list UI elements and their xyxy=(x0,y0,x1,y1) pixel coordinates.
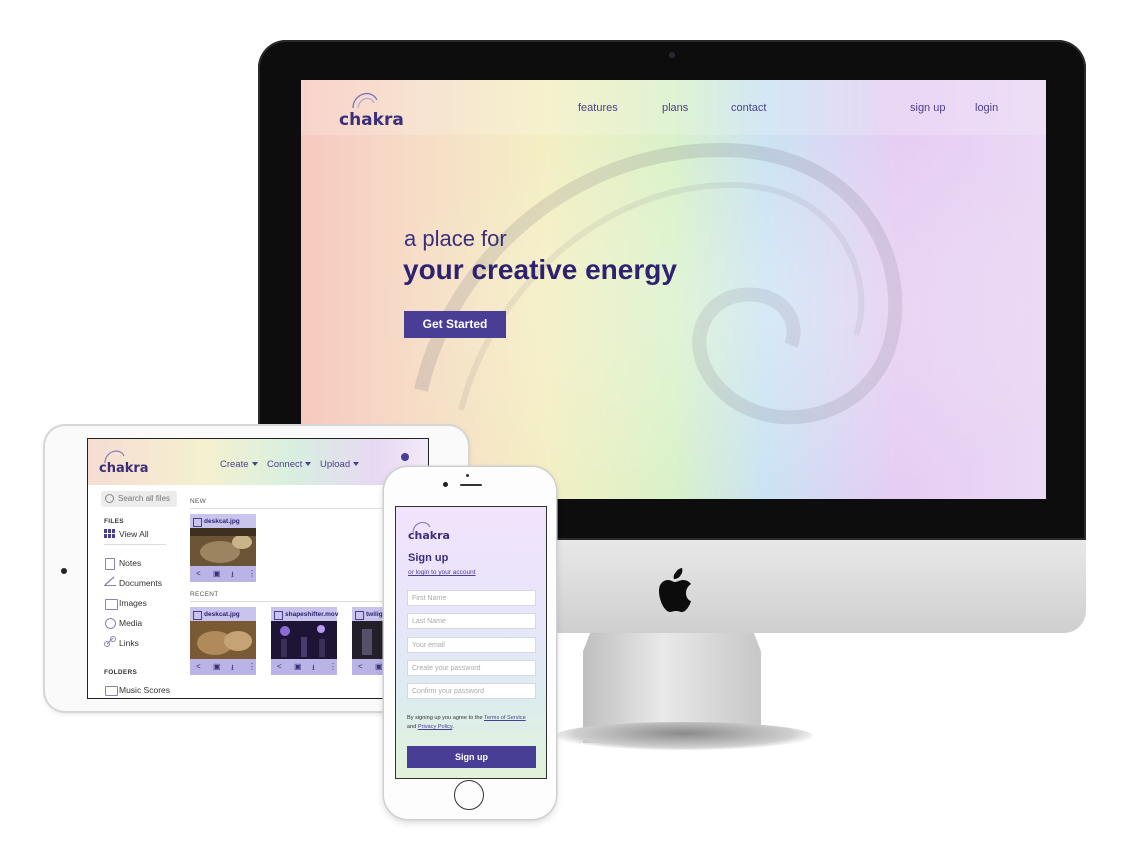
download-icon[interactable]: ⭳ xyxy=(231,662,234,676)
notes-icon xyxy=(105,558,115,570)
upload-menu-label: Upload xyxy=(320,459,351,470)
recent-section-label: RECENT xyxy=(190,591,219,598)
phone-sensor-icon xyxy=(466,474,469,477)
share-icon[interactable]: < xyxy=(196,569,201,578)
folder-icon xyxy=(105,686,118,696)
signup-title: Sign up xyxy=(408,552,449,564)
image-file-icon xyxy=(193,611,202,620)
comment-icon[interactable]: ▣ xyxy=(294,662,302,671)
chevron-down-icon xyxy=(305,462,312,467)
file-name: shapeshifter.mov xyxy=(285,611,339,618)
nav-contact[interactable]: contact xyxy=(731,102,766,114)
file-card[interactable]: deskcat.jpg < ▣ ⭳ ⋮ xyxy=(190,514,256,582)
more-options-icon[interactable]: ⋮ xyxy=(329,662,337,671)
sidebar-item-media[interactable]: Media xyxy=(119,618,142,628)
chakra-logo-arc-icon xyxy=(352,92,378,109)
login-link[interactable]: or login to your account xyxy=(408,569,476,576)
concert-video-thumbnail xyxy=(271,621,337,659)
search-icon xyxy=(105,494,114,503)
more-options-icon[interactable]: ⋮ xyxy=(248,569,256,578)
chakra-logo[interactable]: chakra xyxy=(339,110,404,130)
image-file-icon xyxy=(355,611,364,620)
nav-features[interactable]: features xyxy=(578,102,618,114)
cat-photo-thumbnail xyxy=(190,621,256,659)
chevron-down-icon xyxy=(353,462,360,467)
terms-prefix: By signing up you agree to the xyxy=(407,715,483,721)
files-heading: FILES xyxy=(104,518,124,525)
share-icon[interactable]: < xyxy=(277,662,282,671)
file-actions: < ▣ ⭳ ⋮ xyxy=(190,659,256,675)
play-icon xyxy=(105,618,116,629)
chevron-down-icon xyxy=(251,462,258,467)
file-name: deskcat.jpg xyxy=(204,611,240,618)
comment-icon[interactable]: ▣ xyxy=(213,662,221,671)
connect-menu-label: Connect xyxy=(267,459,303,470)
password-field[interactable]: Create your password xyxy=(407,660,536,676)
cat-photo-thumbnail xyxy=(190,528,256,566)
phone-screen: chakra Sign up or login to your account … xyxy=(395,506,547,779)
connect-menu[interactable]: Connect xyxy=(267,459,312,470)
create-menu[interactable]: Create xyxy=(220,459,258,470)
image-icon xyxy=(105,599,118,610)
sidebar-item-notes[interactable]: Notes xyxy=(119,558,141,568)
first-name-field[interactable]: First Name xyxy=(407,590,536,606)
file-actions: < ▣ ⭳ ⋮ xyxy=(190,566,256,582)
chakra-logo[interactable]: chakra xyxy=(99,461,149,476)
nav-plans[interactable]: plans xyxy=(662,102,688,114)
comment-icon[interactable]: ▣ xyxy=(213,569,221,578)
confirm-password-field[interactable]: Confirm your password xyxy=(407,683,536,699)
sidebar-item-links[interactable]: Links xyxy=(119,638,139,648)
monitor-base xyxy=(555,722,813,750)
sign-up-button[interactable]: Sign up xyxy=(407,746,536,768)
terms-text: By signing up you agree to the Terms of … xyxy=(407,714,539,732)
chakra-logo[interactable]: chakra xyxy=(408,529,450,542)
tablet-camera-icon xyxy=(61,568,67,574)
link-icon xyxy=(104,636,116,647)
hero-subtitle: a place for xyxy=(404,226,507,251)
sidebar-item-images[interactable]: Images xyxy=(119,598,147,608)
sidebar-item-view-all[interactable]: View All xyxy=(119,529,149,539)
last-name-field[interactable]: Last Name xyxy=(407,613,536,629)
new-section-label: NEW xyxy=(190,498,207,505)
tablet-header: chakra Create Connect Upload xyxy=(88,439,428,485)
pencil-icon xyxy=(104,576,116,586)
download-icon[interactable]: ⭳ xyxy=(312,662,315,676)
terms-and: and xyxy=(407,724,417,730)
upload-menu[interactable]: Upload xyxy=(320,459,360,470)
tablet-screen: chakra Create Connect Upload Search all … xyxy=(87,438,429,699)
home-button[interactable] xyxy=(454,780,484,810)
file-card[interactable]: deskcat.jpg < ▣ ⭳ ⋮ xyxy=(190,607,256,675)
folder-music-scores[interactable]: Music Scores xyxy=(119,685,170,695)
comment-icon[interactable]: ▣ xyxy=(375,662,383,671)
grid-icon xyxy=(104,529,115,538)
create-menu-label: Create xyxy=(220,459,249,470)
phone-camera-icon xyxy=(443,482,448,487)
search-placeholder: Search all files xyxy=(118,494,171,503)
top-navigation: chakra features plans contact sign up lo… xyxy=(301,80,1046,135)
get-started-button[interactable]: Get Started xyxy=(404,311,506,338)
nav-login[interactable]: login xyxy=(975,102,998,114)
apple-logo-icon xyxy=(659,568,691,612)
email-field[interactable]: Your email xyxy=(407,637,536,653)
more-options-icon[interactable]: ⋮ xyxy=(248,662,256,671)
terms-suffix: . xyxy=(452,724,454,730)
share-icon[interactable]: < xyxy=(358,662,363,671)
file-name: deskcat.jpg xyxy=(204,518,240,525)
image-file-icon xyxy=(193,518,202,527)
share-icon[interactable]: < xyxy=(196,662,201,671)
file-card[interactable]: shapeshifter.mov < ▣ ⭳ ⋮ xyxy=(271,607,339,675)
folders-heading: FOLDERS xyxy=(104,669,138,676)
sidebar-item-documents[interactable]: Documents xyxy=(119,578,162,588)
divider xyxy=(104,544,166,545)
download-icon[interactable]: ⭳ xyxy=(231,569,234,583)
hero-title: your creative energy xyxy=(403,254,677,285)
nav-sign-up[interactable]: sign up xyxy=(910,102,945,114)
phone-speaker-icon xyxy=(460,484,482,486)
file-actions: < ▣ ⭳ ⋮ xyxy=(271,659,337,675)
search-input[interactable]: Search all files xyxy=(101,491,177,507)
privacy-policy-link[interactable]: Privacy Policy xyxy=(418,724,452,730)
camera-icon xyxy=(669,52,675,58)
video-file-icon xyxy=(274,611,283,620)
terms-of-service-link[interactable]: Terms of Service xyxy=(484,715,526,721)
